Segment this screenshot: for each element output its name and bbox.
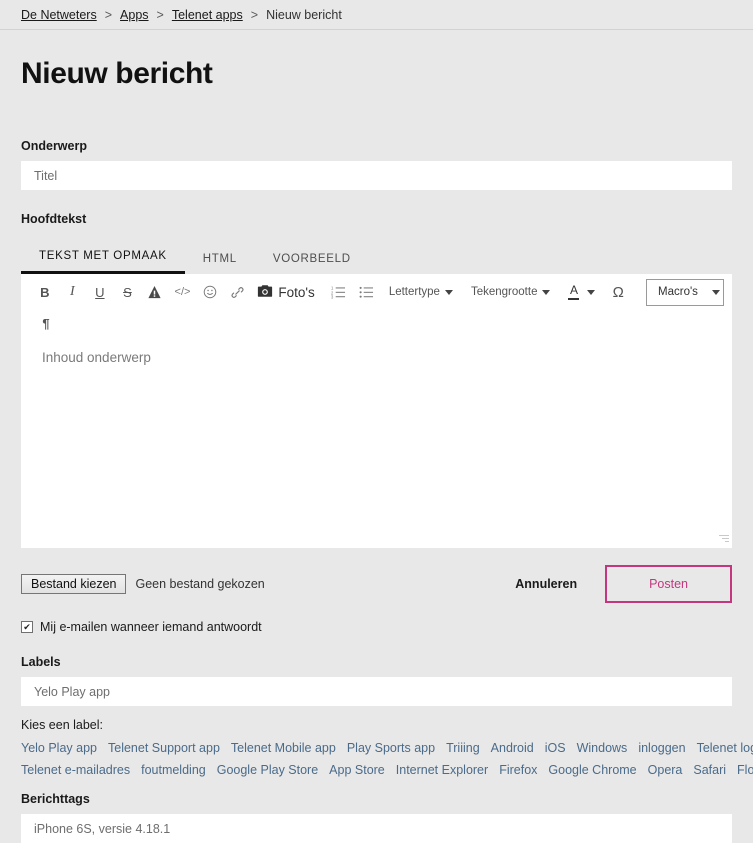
label-chip[interactable]: Windows [577,737,628,759]
code-icon[interactable]: </> [169,277,197,307]
notify-checkbox-label: Mij e-mailen wanneer iemand antwoordt [40,620,262,634]
link-icon[interactable] [224,277,252,307]
message-tags-label: Berichttags [21,792,90,806]
label-chip[interactable]: Safari [693,759,726,781]
label-chip[interactable]: Telenet Mobile app [231,737,336,759]
subject-input[interactable]: Titel [21,161,732,190]
font-size-label: Tekengrootte [470,286,538,298]
special-character-icon[interactable]: Ω [604,277,632,307]
body-label: Hoofdtekst [21,212,87,226]
breadcrumb-item-telenet-apps[interactable]: Telenet apps [172,8,243,22]
editor-resize-handle[interactable] [719,535,729,545]
breadcrumb-separator: > [250,7,259,22]
label-chip[interactable]: Telenet e-mailadres [21,759,130,781]
file-upload-group: Bestand kiezen Geen bestand gekozen [21,574,265,594]
chevron-down-icon [542,289,551,295]
cancel-button[interactable]: Annuleren [515,577,577,591]
insert-photos-button[interactable]: Foto's [251,284,324,301]
chevron-down-icon [711,289,720,295]
bold-icon[interactable]: B [31,277,59,307]
unordered-list-icon[interactable] [352,277,380,307]
attachment-and-actions-row: Bestand kiezen Geen bestand gekozen Annu… [21,565,732,603]
label-suggestions: Yelo Play app Telenet Support app Telene… [21,737,753,781]
photos-label: Foto's [278,284,315,300]
label-chip[interactable]: Triiing [446,737,480,759]
file-status-text: Geen bestand gekozen [135,577,265,591]
label-chip[interactable]: iOS [545,737,566,759]
label-chip[interactable]: Google Chrome [548,759,636,781]
label-chip[interactable]: Flow [737,759,753,781]
rich-text-editor[interactable]: B I U S </> Foto's 1 2 3 Lettertype Teke… [21,274,732,548]
underline-icon[interactable]: U [86,277,114,307]
breadcrumb-item-current: Nieuw bericht [266,7,342,22]
editor-content-area[interactable]: Inhoud onderwerp [21,336,732,365]
macros-label: Macro's [658,286,698,298]
post-button[interactable]: Posten [605,565,732,603]
label-chip[interactable]: foutmelding [141,759,206,781]
breadcrumb-item-apps[interactable]: Apps [120,8,149,22]
label-suggestion-row: Yelo Play app Telenet Support app Telene… [21,737,753,759]
font-family-label: Lettertype [388,286,440,298]
strikethrough-icon[interactable]: S [114,277,142,307]
italic-icon[interactable]: I [59,277,87,307]
ordered-list-icon[interactable]: 1 2 3 [325,277,353,307]
label-chip[interactable]: Telenet Support app [108,737,220,759]
emoji-icon[interactable] [196,277,224,307]
label-chip[interactable]: Google Play Store [217,759,318,781]
font-family-dropdown[interactable]: Lettertype [380,286,462,298]
breadcrumb-separator: > [104,7,113,22]
subject-label: Onderwerp [21,139,87,153]
breadcrumb-separator: > [156,7,164,22]
notify-checkbox-row[interactable]: ✔ Mij e-mailen wanneer iemand antwoordt [21,620,732,634]
label-chip[interactable]: App Store [329,759,385,781]
camera-icon [257,284,273,301]
font-color-icon: A [568,284,580,300]
label-chip[interactable]: Opera [648,759,683,781]
svg-text:3: 3 [331,294,334,299]
tab-html[interactable]: HTML [185,253,255,274]
label-chip[interactable]: Play Sports app [347,737,435,759]
label-chip[interactable]: inloggen [638,737,685,759]
notify-checkbox[interactable]: ✔ [21,621,33,633]
label-chip[interactable]: Telenet login [697,737,753,759]
labels-input[interactable]: Yelo Play app [21,677,732,706]
editor-toolbar-row-2: ¶ [21,310,732,336]
label-chip[interactable]: Internet Explorer [396,759,488,781]
editor-tabs: TEKST MET OPMAAK HTML VOORBEELD [21,240,732,274]
paragraph-icon[interactable]: ¶ [31,308,61,338]
page-title: Nieuw bericht [21,57,213,90]
labels-label: Labels [21,655,61,669]
tab-tekst-met-opmaak[interactable]: TEKST MET OPMAAK [21,250,185,274]
label-chip[interactable]: Firefox [499,759,537,781]
label-chip[interactable]: Yelo Play app [21,737,97,759]
breadcrumb-item-de-netweters[interactable]: De Netweters [21,8,97,22]
macros-dropdown[interactable]: Macro's [646,278,725,306]
editor-toolbar: B I U S </> Foto's 1 2 3 Lettertype Teke… [21,274,732,310]
breadcrumb: De Netweters > Apps > Telenet apps > Nie… [0,0,753,30]
choose-label-text: Kies een label: [21,718,104,732]
form-actions: Annuleren Posten [515,565,732,603]
text-highlight-icon[interactable] [141,277,169,307]
label-suggestion-row: Telenet e-mailadres foutmelding Google P… [21,759,753,781]
message-tags-input[interactable]: iPhone 6S, versie 4.18.1 [21,814,732,843]
font-color-dropdown[interactable]: A [559,284,604,300]
label-chip[interactable]: Android [491,737,534,759]
chevron-down-icon [587,289,596,295]
choose-file-button[interactable]: Bestand kiezen [21,574,127,594]
chevron-down-icon [444,289,453,295]
tab-voorbeeld[interactable]: VOORBEELD [255,253,369,274]
font-size-dropdown[interactable]: Tekengrootte [462,286,560,298]
